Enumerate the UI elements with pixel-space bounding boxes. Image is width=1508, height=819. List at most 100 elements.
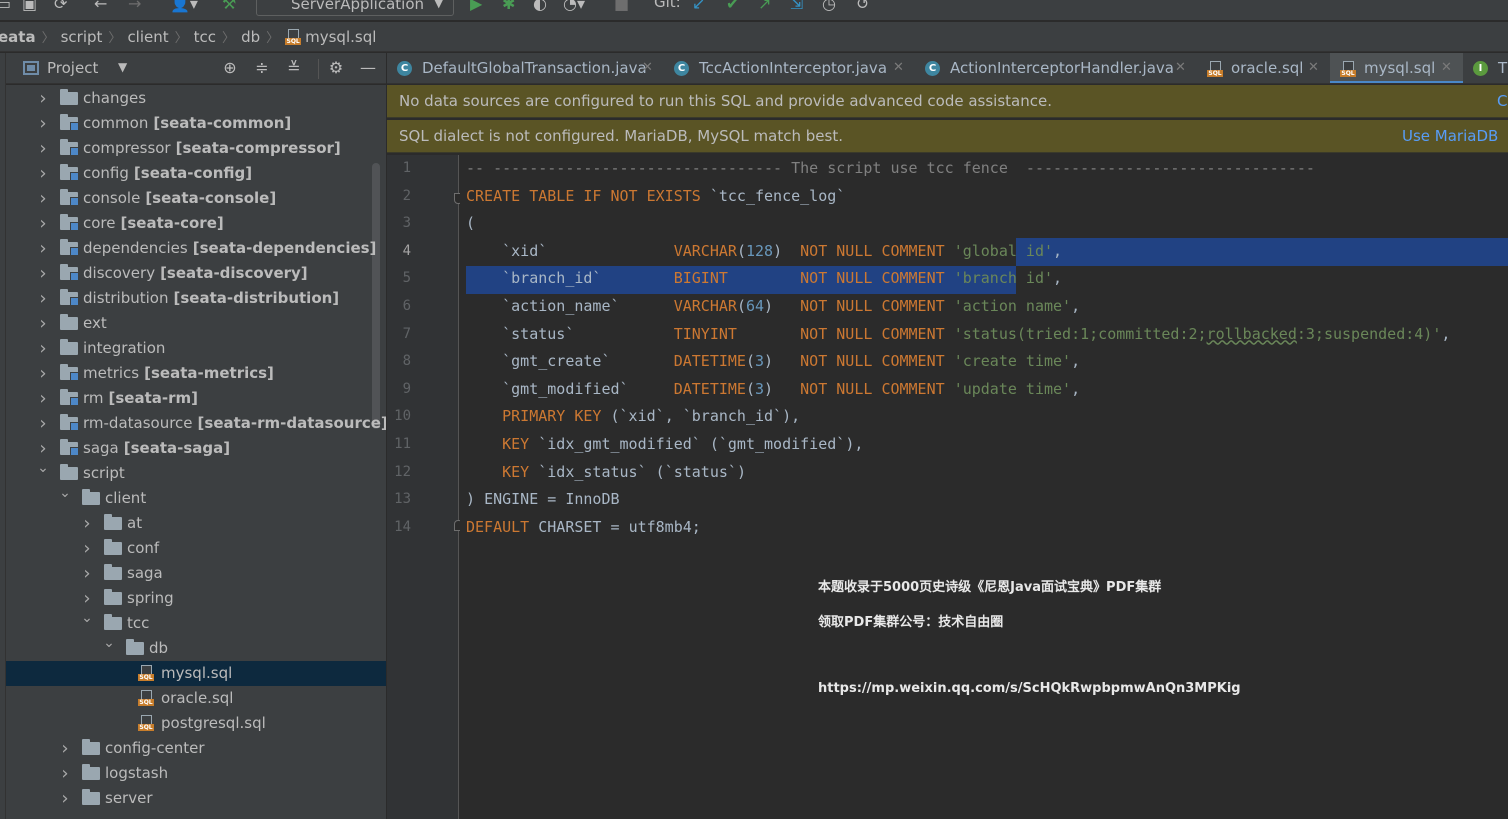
editor-tab[interactable]: C TccActionInterceptor.java ✕ <box>664 53 915 83</box>
close-tab-icon[interactable]: ✕ <box>1308 53 1319 83</box>
tree-item[interactable]: › config [seata-config] <box>6 161 386 186</box>
breadcrumb-item-file[interactable]: mysql.sql <box>305 28 376 46</box>
chevron-down-icon[interactable]: ▼ <box>118 60 127 74</box>
stop-icon[interactable]: ■ <box>614 0 629 14</box>
gear-icon[interactable]: ⚙ <box>324 56 348 80</box>
breadcrumb-item-script[interactable]: script <box>61 28 103 46</box>
editor-tab[interactable]: C ActionInterceptorHandler.java ✕ <box>915 53 1197 83</box>
code-line[interactable]: `gmt_create` DATETIME(3) NOT NULL COMMEN… <box>466 348 1080 375</box>
chevron-down-icon[interactable]: ⌄ <box>58 481 72 506</box>
expand-all-icon[interactable]: ≑ <box>250 56 274 80</box>
chevron-right-icon[interactable]: › <box>80 561 94 586</box>
coverage-icon[interactable]: ◐ <box>533 0 547 14</box>
chevron-right-icon[interactable]: › <box>36 286 50 311</box>
code-line[interactable]: ) ENGINE = InnoDB <box>466 486 620 513</box>
chevron-right-icon[interactable]: › <box>36 386 50 411</box>
tree-item[interactable]: › logstash <box>6 761 386 786</box>
tree-item[interactable]: › console [seata-console] <box>6 186 386 211</box>
forward-arrow-icon[interactable]: → <box>128 0 141 14</box>
code-line[interactable]: KEY `idx_gmt_modified` (`gmt_modified`), <box>466 431 863 458</box>
chevron-right-icon[interactable]: › <box>36 86 50 111</box>
git-rollback-icon[interactable]: ↺ <box>856 0 869 14</box>
git-commit-icon[interactable]: ✔ <box>726 0 739 14</box>
editor-tab[interactable]: C DefaultGlobalTransaction.java ✕ <box>387 53 664 83</box>
close-tab-icon[interactable]: ✕ <box>1441 53 1452 83</box>
chevron-right-icon[interactable]: › <box>36 111 50 136</box>
chevron-right-icon[interactable]: › <box>36 261 50 286</box>
chevron-right-icon[interactable]: › <box>80 536 94 561</box>
git-update-icon[interactable]: ↙ <box>692 0 705 14</box>
code-editor[interactable]: -- -------------------------------- The … <box>460 155 1508 819</box>
sync-icon[interactable]: ⟳ <box>54 0 67 14</box>
tree-item[interactable]: › saga [seata-saga] <box>6 436 386 461</box>
tree-item[interactable]: ⌄ db <box>6 635 386 661</box>
tree-item[interactable]: › conf <box>6 536 386 561</box>
tree-item[interactable]: › ext <box>6 311 386 336</box>
tree-item[interactable]: SQL mysql.sql <box>6 661 386 686</box>
use-mariadb-link[interactable]: Use MariaDB <box>1402 120 1498 152</box>
back-arrow-icon[interactable]: ← <box>94 0 107 14</box>
code-line[interactable]: `xid` VARCHAR(128) NOT NULL COMMENT 'glo… <box>466 238 1062 265</box>
debug-icon[interactable]: ✱ <box>502 0 515 14</box>
tree-item[interactable]: › common [seata-common] <box>6 111 386 136</box>
breadcrumb-item-tcc[interactable]: tcc <box>194 28 216 46</box>
tree-item[interactable]: › core [seata-core] <box>6 211 386 236</box>
editor-tab[interactable]: SQL oracle.sql ✕ <box>1197 53 1330 83</box>
close-tab-icon[interactable]: ✕ <box>1175 53 1186 83</box>
tree-item[interactable]: › dependencies [seata-dependencies] <box>6 236 386 261</box>
tree-item[interactable]: › at <box>6 511 386 536</box>
user-dropdown-icon[interactable]: 👤▾ <box>170 0 198 14</box>
tree-item[interactable]: › config-center <box>6 736 386 761</box>
run-icon[interactable]: ▶ <box>470 0 482 14</box>
tree-item[interactable]: › discovery [seata-discovery] <box>6 261 386 286</box>
run-configuration-select[interactable]: ServerApplication ▼ <box>256 0 454 16</box>
code-line[interactable]: KEY `idx_status` (`status`) <box>466 459 746 486</box>
tree-item[interactable]: ⌄ tcc <box>6 610 386 636</box>
code-line[interactable]: `status` TINYINT NOT NULL COMMENT 'statu… <box>466 321 1450 348</box>
chevron-down-icon[interactable]: ⌄ <box>102 631 116 656</box>
editor-tab[interactable]: IT <box>1463 53 1508 83</box>
tree-item[interactable]: › spring <box>6 586 386 611</box>
configure-datasource-link[interactable]: C <box>1497 85 1507 117</box>
tree-item[interactable]: › server <box>6 786 386 811</box>
chevron-right-icon[interactable]: › <box>58 761 72 786</box>
tree-item[interactable]: › rm [seata-rm] <box>6 386 386 411</box>
tree-item[interactable]: SQL oracle.sql <box>6 686 386 711</box>
code-line[interactable]: DEFAULT CHARSET = utf8mb4; <box>466 514 701 541</box>
save-icon[interactable]: ▣ <box>22 0 37 14</box>
tree-item[interactable]: ⌄ client <box>6 485 386 511</box>
chevron-right-icon[interactable]: › <box>36 361 50 386</box>
chevron-right-icon[interactable]: › <box>58 736 72 761</box>
build-hammer-icon[interactable]: ⚒ <box>222 0 236 14</box>
code-line[interactable]: `action_name` VARCHAR(64) NOT NULL COMME… <box>466 293 1080 320</box>
chevron-right-icon[interactable]: › <box>36 211 50 236</box>
chevron-right-icon[interactable]: › <box>36 186 50 211</box>
code-line[interactable]: `branch_id` BIGINT NOT NULL COMMENT 'bra… <box>466 265 1062 292</box>
git-history-icon[interactable]: ◷ <box>822 0 836 14</box>
editor-tab[interactable]: SQL mysql.sql ✕ <box>1330 53 1463 83</box>
collapse-all-icon[interactable]: ≚ <box>282 56 306 80</box>
close-tab-icon[interactable]: ✕ <box>642 53 653 83</box>
chevron-right-icon[interactable]: › <box>80 511 94 536</box>
profile-icon[interactable]: ◔▾ <box>563 0 585 14</box>
tree-item[interactable]: › rm-datasource [seata-rm-datasource] <box>6 411 386 436</box>
code-line[interactable]: PRIMARY KEY (`xid`, `branch_id`), <box>466 403 800 430</box>
code-line[interactable]: CREATE TABLE IF NOT EXISTS `tcc_fence_lo… <box>466 183 845 210</box>
code-line[interactable]: ( <box>466 210 475 237</box>
open-folder-icon[interactable]: ▭ <box>0 0 11 14</box>
tree-item[interactable]: › distribution [seata-distribution] <box>6 286 386 311</box>
breadcrumb-item-root[interactable]: eata <box>0 28 36 46</box>
tree-item[interactable]: SQL postgresql.sql <box>6 711 386 736</box>
tree-item[interactable]: › metrics [seata-metrics] <box>6 361 386 386</box>
git-fetch-icon[interactable]: ⇲ <box>790 0 803 14</box>
chevron-right-icon[interactable]: › <box>36 336 50 361</box>
chevron-right-icon[interactable]: › <box>36 411 50 436</box>
code-line[interactable]: -- -------------------------------- The … <box>466 155 1315 182</box>
tree-item[interactable]: › saga <box>6 561 386 586</box>
tree-item[interactable]: › compressor [seata-compressor] <box>6 136 386 161</box>
chevron-right-icon[interactable]: › <box>36 161 50 186</box>
chevron-right-icon[interactable]: › <box>58 786 72 811</box>
chevron-down-icon[interactable]: ⌄ <box>80 606 94 631</box>
tree-item[interactable]: › changes <box>6 86 386 111</box>
close-tab-icon[interactable]: ✕ <box>893 53 904 83</box>
